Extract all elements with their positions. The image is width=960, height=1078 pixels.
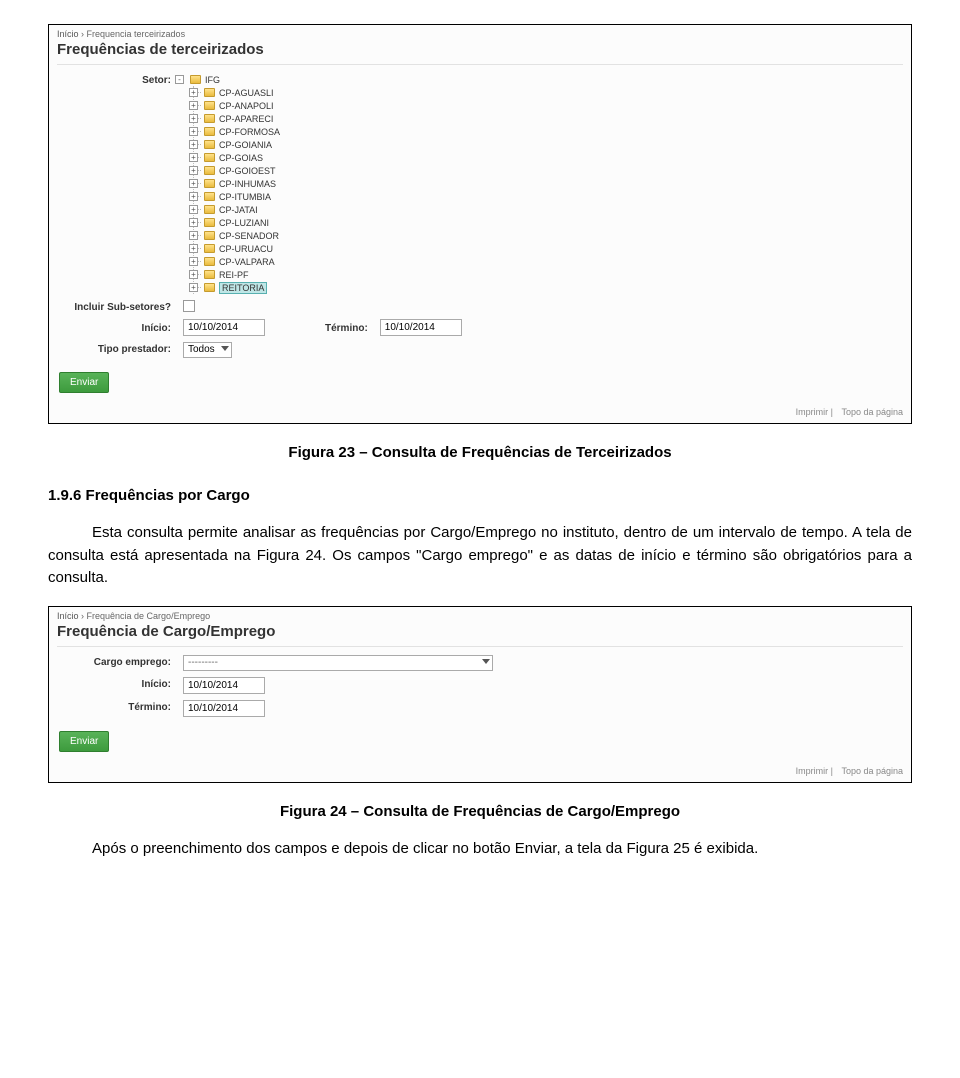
label-cargo: Cargo emprego: xyxy=(57,655,177,668)
tree-item-label[interactable]: CP-URUACU xyxy=(219,244,273,254)
page-title: Frequência de Cargo/Emprego xyxy=(49,623,911,646)
topo-link[interactable]: Topo da página xyxy=(841,766,903,776)
tree-toggle-icon[interactable]: + xyxy=(189,114,198,123)
breadcrumb-current: Frequencia terceirizados xyxy=(87,29,186,39)
section-heading: 1.9.6 Frequências por Cargo xyxy=(48,487,912,504)
folder-icon xyxy=(204,244,215,253)
label-tipoprestador: Tipo prestador: xyxy=(57,342,177,355)
tree-toggle-icon[interactable]: - xyxy=(175,75,184,84)
tree-toggle-icon[interactable]: + xyxy=(189,283,198,292)
imprimir-link[interactable]: Imprimir xyxy=(796,766,829,776)
breadcrumb-current: Frequência de Cargo/Emprego xyxy=(87,611,211,621)
checkbox-subsetores[interactable] xyxy=(183,300,195,312)
tree-toggle-icon[interactable]: + xyxy=(189,179,198,188)
enviar-button[interactable]: Enviar xyxy=(59,731,109,752)
chevron-down-icon xyxy=(482,659,490,664)
tree-item-label[interactable]: CP-AGUASLI xyxy=(219,88,274,98)
label-termino: Término: xyxy=(325,321,374,334)
tree-toggle-icon[interactable]: + xyxy=(189,218,198,227)
tree-toggle-icon[interactable]: + xyxy=(189,88,198,97)
tree-toggle-icon[interactable]: + xyxy=(189,231,198,240)
tree-item-label[interactable]: CP-GOIAS xyxy=(219,153,263,163)
folder-icon xyxy=(204,114,215,123)
page-title: Frequências de terceirizados xyxy=(49,41,911,64)
tree-item-label[interactable]: CP-SENADOR xyxy=(219,231,279,241)
folder-icon xyxy=(204,192,215,201)
label-inicio: Início: xyxy=(57,677,177,690)
inicio-input[interactable]: 10/10/2014 xyxy=(183,677,265,694)
paragraph-1: Esta consulta permite analisar as frequê… xyxy=(48,522,912,590)
label-subsetores: Incluir Sub-setores? xyxy=(57,300,177,313)
folder-icon xyxy=(204,140,215,149)
folder-icon xyxy=(204,283,215,292)
paragraph-2: Após o preenchimento dos campos e depois… xyxy=(48,838,912,861)
tipoprestador-select[interactable]: Todos xyxy=(183,342,232,358)
tree-toggle-icon[interactable]: + xyxy=(189,270,198,279)
tree-toggle-icon[interactable]: + xyxy=(189,192,198,201)
folder-icon xyxy=(204,205,215,214)
tree-item-label[interactable]: CP-LUZIANI xyxy=(219,218,269,228)
tree-toggle-icon[interactable]: + xyxy=(189,101,198,110)
tree-item-label[interactable]: CP-FORMOSA xyxy=(219,127,280,137)
breadcrumb: Início › Frequencia terceirizados xyxy=(49,25,911,41)
label-termino: Término: xyxy=(57,700,177,713)
folder-icon xyxy=(204,257,215,266)
tree-item-label[interactable]: CP-APARECI xyxy=(219,114,273,124)
tree-children: +CP-AGUASLI +CP-ANAPOLI +CP-APARECI +CP-… xyxy=(193,86,280,294)
folder-icon xyxy=(190,75,201,84)
figure-23-box: Início › Frequencia terceirizados Frequê… xyxy=(48,24,912,424)
setor-tree[interactable]: - IFG +CP-AGUASLI +CP-ANAPOLI +CP-APAREC… xyxy=(183,73,280,294)
topo-link[interactable]: Topo da página xyxy=(841,407,903,417)
footer-links: Imprimir | Topo da página xyxy=(49,403,911,423)
tree-item-label[interactable]: CP-GOIANIA xyxy=(219,140,272,150)
termino-input[interactable]: 10/10/2014 xyxy=(380,319,462,336)
folder-icon xyxy=(204,231,215,240)
tree-item-label-selected[interactable]: REITORIA xyxy=(219,282,267,294)
folder-icon xyxy=(204,166,215,175)
label-inicio: Início: xyxy=(57,321,177,334)
chevron-down-icon xyxy=(221,346,229,351)
figure-24-caption: Figura 24 – Consulta de Frequências de C… xyxy=(48,803,912,820)
tree-item-label[interactable]: CP-GOIOEST xyxy=(219,166,276,176)
tree-toggle-icon[interactable]: + xyxy=(189,244,198,253)
breadcrumb-home[interactable]: Início xyxy=(57,611,79,621)
folder-icon xyxy=(204,218,215,227)
tree-toggle-icon[interactable]: + xyxy=(189,205,198,214)
tree-toggle-icon[interactable]: + xyxy=(189,153,198,162)
imprimir-link[interactable]: Imprimir xyxy=(796,407,829,417)
tree-item-label[interactable]: CP-ITUMBIA xyxy=(219,192,271,202)
folder-icon xyxy=(204,101,215,110)
cargo-value: --------- xyxy=(188,657,218,668)
inicio-input[interactable]: 10/10/2014 xyxy=(183,319,265,336)
tree-item-label[interactable]: CP-VALPARA xyxy=(219,257,275,267)
tree-item-label[interactable]: CP-INHUMAS xyxy=(219,179,276,189)
tree-toggle-icon[interactable]: + xyxy=(189,140,198,149)
cargo-select[interactable]: --------- xyxy=(183,655,493,671)
tree-item-label[interactable]: REI-PF xyxy=(219,270,249,280)
footer-links: Imprimir | Topo da página xyxy=(49,762,911,782)
tree-toggle-icon[interactable]: + xyxy=(189,257,198,266)
folder-icon xyxy=(204,270,215,279)
folder-icon xyxy=(204,179,215,188)
tree-item-label[interactable]: CP-ANAPOLI xyxy=(219,101,274,111)
tree-item-label[interactable]: CP-JATAI xyxy=(219,205,258,215)
enviar-button[interactable]: Enviar xyxy=(59,372,109,393)
folder-icon xyxy=(204,153,215,162)
tree-root-label[interactable]: IFG xyxy=(205,75,220,85)
tree-toggle-icon[interactable]: + xyxy=(189,127,198,136)
label-setor: Setor: xyxy=(57,73,177,86)
breadcrumb-home[interactable]: Início xyxy=(57,29,79,39)
figure-23-caption: Figura 23 – Consulta de Frequências de T… xyxy=(48,444,912,461)
tipoprestador-value: Todos xyxy=(188,344,215,355)
termino-input[interactable]: 10/10/2014 xyxy=(183,700,265,717)
breadcrumb: Início › Frequência de Cargo/Emprego xyxy=(49,607,911,623)
figure-24-box: Início › Frequência de Cargo/Emprego Fre… xyxy=(48,606,912,783)
folder-icon xyxy=(204,88,215,97)
folder-icon xyxy=(204,127,215,136)
tree-toggle-icon[interactable]: + xyxy=(189,166,198,175)
